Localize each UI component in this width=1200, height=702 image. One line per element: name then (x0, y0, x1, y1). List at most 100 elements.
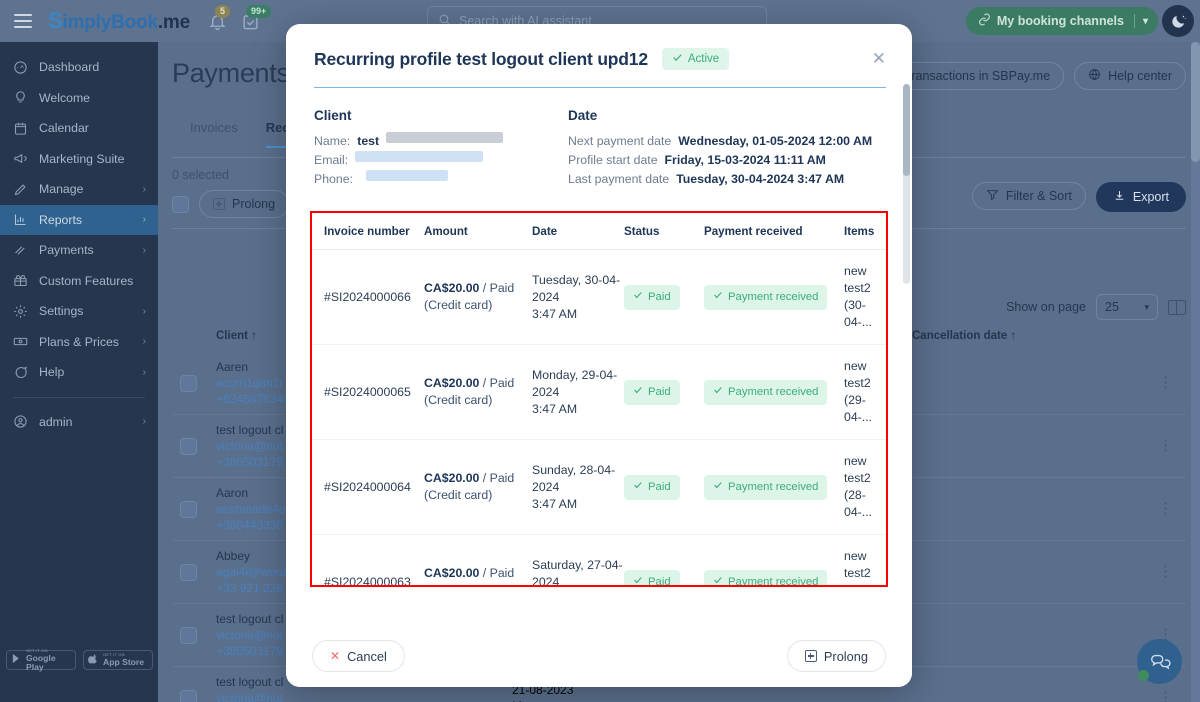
check-icon (713, 384, 723, 401)
row-checkbox[interactable] (180, 626, 197, 644)
modal-scrollbar[interactable] (903, 84, 910, 284)
filter-sort-button[interactable]: Filter & Sort (971, 182, 1086, 210)
last-payment-date-row: Last payment date Tuesday, 30-04-2024 3:… (568, 170, 884, 189)
support-chat-button[interactable] (1137, 639, 1182, 684)
hamburger-menu-icon[interactable] (14, 14, 32, 28)
export-button[interactable]: Export (1095, 182, 1186, 212)
status-cell: Paid (624, 534, 704, 585)
sidebar-item-marketing-suite[interactable]: Marketing Suite (0, 144, 158, 175)
plus-square-icon (804, 650, 817, 662)
invoice-row[interactable]: #SI2024000066 CA$20.00 / Paid (Credit ca… (312, 249, 886, 345)
badge-big-text: Google Play (26, 652, 56, 672)
export-label: Export (1132, 190, 1169, 204)
per-page-select[interactable]: 25 ▾ (1096, 294, 1158, 320)
column-header-cancellation-date[interactable]: Cancellation date ↑ (912, 330, 1062, 342)
sidebar-item-help[interactable]: Help › (0, 357, 158, 388)
prolong-button[interactable]: Prolong (786, 640, 886, 672)
apple-icon (88, 651, 99, 669)
row-menu-icon[interactable]: ⋮ (1158, 438, 1173, 453)
show-on-page-label: Show on page (1006, 300, 1086, 314)
profile-start-date-value: Friday, 15-03-2024 11:11 AM (664, 153, 826, 167)
row-menu-icon[interactable]: ⋮ (1158, 501, 1173, 516)
amount-cell: CA$20.00 / Paid (Credit card) (424, 534, 532, 585)
row-checkbox[interactable] (180, 500, 197, 518)
sidebar-item-reports[interactable]: Reports › (0, 204, 158, 235)
client-name-row: Name: test (314, 132, 568, 151)
app-store-badge[interactable]: GET IT ON App Store (83, 650, 153, 670)
cancel-button[interactable]: ✕ Cancel (312, 640, 405, 672)
row-checkbox[interactable] (180, 563, 197, 581)
status-chip: Paid (624, 284, 680, 310)
cancellation-time: M (512, 698, 643, 702)
theme-toggle-button[interactable] (1162, 5, 1194, 37)
row-menu-icon[interactable]: ⋮ (1158, 690, 1173, 702)
sidebar-item-custom-features[interactable]: Custom Features (0, 266, 158, 297)
notifications-bell-icon[interactable]: 5 (208, 4, 230, 31)
my-booking-channels-button[interactable]: My booking channels ▾ (965, 7, 1158, 35)
money-icon (13, 334, 28, 349)
amount-cell: CA$20.00 / Paid (Credit card) (424, 344, 532, 440)
items-cell: new test2 (28-04-... (844, 439, 886, 535)
sidebar-item-calendar[interactable]: Calendar (0, 113, 158, 144)
tasks-icon[interactable]: 99+ (241, 4, 272, 31)
plus-square-icon (213, 198, 225, 210)
row-checkbox[interactable] (180, 689, 197, 702)
brand-logo[interactable]: SimplyBook.me (48, 8, 190, 34)
badge-big-text: App Store (103, 657, 145, 668)
sidebar-item-settings[interactable]: Settings › (0, 296, 158, 327)
client-name-label: Name: (314, 134, 351, 148)
column-header-items: Items (844, 213, 886, 250)
sidebar-divider (13, 396, 145, 398)
select-all-checkbox[interactable] (172, 195, 189, 213)
bulk-prolong-button[interactable]: Prolong (199, 190, 290, 218)
row-menu-icon[interactable]: ⋮ (1158, 375, 1173, 390)
row-checkbox[interactable] (180, 437, 197, 455)
column-header-date: Date (532, 213, 624, 250)
invoice-number-cell: #SI2024000066 (312, 249, 424, 345)
amount-method: (Credit card) (424, 298, 493, 312)
sidebar-item-plans-prices[interactable]: Plans & Prices › (0, 327, 158, 358)
bulk-action-toolbar: Prolong (172, 190, 290, 218)
page-title: Payments (172, 58, 290, 88)
status-chip: Paid (624, 474, 680, 500)
amount-value: CA$20.00 (424, 566, 480, 580)
next-payment-date-label: Next payment date (568, 134, 672, 148)
chevron-right-icon: › (142, 366, 146, 378)
modal-scrollbar-thumb[interactable] (903, 84, 910, 176)
last-payment-date-value: Tuesday, 30-04-2024 3:47 AM (676, 172, 845, 186)
client-name-value: test (357, 134, 380, 148)
column-settings-icon[interactable] (1168, 299, 1186, 315)
page-scrollbar[interactable] (1191, 42, 1200, 702)
tab-invoices[interactable]: Invoices (190, 120, 238, 146)
sidebar-item-payments[interactable]: Payments › (0, 235, 158, 266)
brand-logo-main: implyBook (62, 12, 158, 33)
sidebar-item-label: Manage (39, 182, 84, 197)
items-cell: new test2 (30-04-... (844, 249, 886, 345)
chevron-down-icon[interactable]: ▾ (1143, 16, 1148, 27)
check-icon (633, 289, 643, 306)
sidebar-item-account[interactable]: admin › (0, 407, 158, 438)
google-play-badge[interactable]: GET IT ON Google Play (6, 648, 76, 672)
row-checkbox[interactable] (180, 374, 197, 392)
profile-start-date-row: Profile start date Friday, 15-03-2024 11… (568, 151, 884, 170)
close-icon[interactable]: ✕ (872, 50, 886, 67)
row-menu-icon[interactable]: ⋮ (1158, 627, 1173, 642)
invoice-row[interactable]: #SI2024000065 CA$20.00 / Paid (Credit ca… (312, 344, 886, 440)
payment-received-cell: Payment received (704, 344, 844, 440)
check-icon (713, 289, 723, 306)
sidebar-item-welcome[interactable]: Welcome (0, 83, 158, 114)
help-center-button[interactable]: Help center (1074, 62, 1186, 90)
invoice-row[interactable]: #SI2024000064 CA$20.00 / Paid (Credit ca… (312, 439, 886, 535)
app-root: SimplyBook.me 5 99+ Search with AI assis… (0, 0, 1200, 702)
page-scrollbar-thumb[interactable] (1191, 42, 1200, 162)
recurring-profile-modal: Recurring profile test logout client upd… (286, 24, 912, 687)
gear-icon (13, 304, 28, 319)
sidebar-item-dashboard[interactable]: Dashboard (0, 52, 158, 83)
client-email[interactable]: victoria@not (216, 690, 373, 702)
user-circle-icon (13, 414, 28, 429)
amount-value: CA$20.00 (424, 471, 480, 485)
invoice-row[interactable]: #SI2024000063 CA$20.00 / Paid (Credit ca… (312, 534, 886, 585)
row-menu-icon[interactable]: ⋮ (1158, 564, 1173, 579)
status-chip: Paid (624, 569, 680, 585)
sidebar-item-manage[interactable]: Manage › (0, 174, 158, 205)
